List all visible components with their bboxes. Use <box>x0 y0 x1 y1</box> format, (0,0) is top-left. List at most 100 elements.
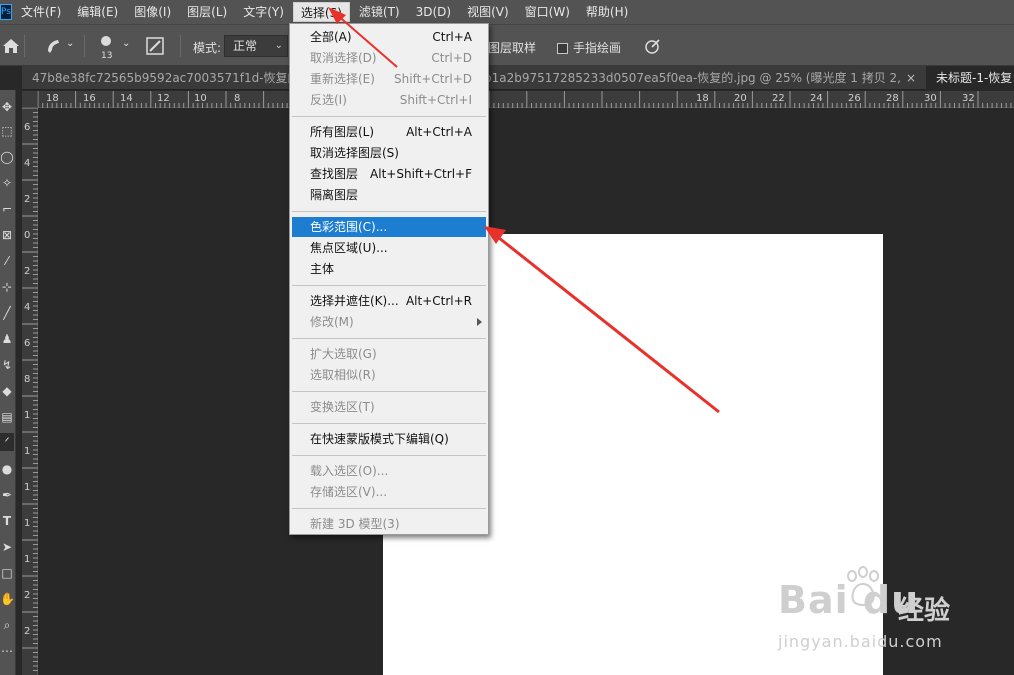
ruler-origin[interactable] <box>22 91 38 108</box>
menu-separator <box>292 391 486 392</box>
menu-separator <box>292 211 486 212</box>
menu-edit[interactable]: 编辑(E) <box>70 2 125 22</box>
menu-separator <box>292 285 486 286</box>
menu-item[interactable]: 反选(I) Shift+Ctrl+I <box>292 90 486 110</box>
zoom-tool-icon[interactable]: ⌕ <box>0 616 14 634</box>
marquee-tool-icon[interactable]: ⬚ <box>0 122 14 140</box>
mode-value: 正常 <box>233 39 258 53</box>
smudge-tool-icon[interactable] <box>44 37 62 55</box>
ruler-label: 26 <box>848 93 861 104</box>
magic-wand-tool-icon[interactable]: ✧ <box>0 174 14 192</box>
divider <box>84 35 85 57</box>
menu-type[interactable]: 文字(Y) <box>236 2 291 22</box>
menu-item[interactable]: 取消选择(D) Ctrl+D <box>292 48 486 68</box>
menu-item[interactable]: 扩大选取(G) <box>292 344 486 364</box>
ruler-label: 22 <box>772 93 785 104</box>
menu-item[interactable]: 载入选区(O)... <box>292 461 486 481</box>
menu-layer[interactable]: 图层(L) <box>180 2 234 22</box>
menu-3d[interactable]: 3D(D) <box>409 2 458 22</box>
menu-item-shortcut: Ctrl+A <box>432 30 472 44</box>
brush-preset-icon[interactable] <box>98 33 114 49</box>
menu-item[interactable]: 修改(M) <box>292 312 486 332</box>
pen-tool-icon[interactable]: ✒ <box>0 486 14 504</box>
ruler-label: 32 <box>962 93 975 104</box>
ruler-label: 2 <box>24 590 31 601</box>
menu-view[interactable]: 视图(V) <box>460 2 516 22</box>
menu-item[interactable]: 重新选择(E) Shift+Ctrl+D <box>292 69 486 89</box>
ruler-label: 20 <box>734 93 747 104</box>
close-tab-icon[interactable]: × <box>906 66 916 90</box>
ruler-label: 6 <box>24 122 31 133</box>
healing-tool-icon[interactable]: ⊹ <box>0 278 14 296</box>
menu-item[interactable]: 存储选区(V)... <box>292 482 486 502</box>
document-tab-active[interactable]: 未标题-1-恢复 <box>926 66 1014 90</box>
ruler-label: 2 <box>24 626 31 637</box>
stamp-tool-icon[interactable]: ♟ <box>0 330 14 348</box>
menu-item[interactable]: 隔离图层 <box>292 185 486 205</box>
rectangle-tool-icon[interactable]: □ <box>0 564 14 582</box>
menu-item[interactable]: 查找图层 Alt+Shift+Ctrl+F <box>292 164 486 184</box>
ruler-label: 4 <box>24 302 31 313</box>
menu-item[interactable]: 焦点区域(U)... <box>292 238 486 258</box>
menu-item[interactable]: 在快速蒙版模式下编辑(Q) <box>292 429 486 449</box>
move-tool-icon[interactable]: ✥ <box>0 98 14 116</box>
ruler-ticks <box>38 91 1012 108</box>
menu-separator <box>292 338 486 339</box>
menu-item[interactable]: 变换选区(T) <box>292 397 486 417</box>
crop-tool-icon[interactable]: ⌐ <box>0 200 14 218</box>
home-icon[interactable] <box>2 38 20 54</box>
menu-item-shortcut: Alt+Ctrl+A <box>406 125 472 139</box>
lasso-tool-icon[interactable]: ◯ <box>0 148 14 166</box>
menu-item[interactable]: 新建 3D 模型(3) <box>292 514 486 534</box>
menu-select[interactable]: 选择(S) <box>292 2 350 22</box>
divider <box>180 35 181 57</box>
chevron-down-icon[interactable]: ⌄ <box>122 38 130 49</box>
history-brush-tool-icon[interactable]: ↯ <box>0 356 14 374</box>
menu-item-label: 取消选择(D) <box>310 51 377 65</box>
menu-item[interactable]: 取消选择图层(S) <box>292 143 486 163</box>
horizontal-ruler: 18 16 14 12 10 8 18 20 22 24 26 28 30 32 <box>38 91 1014 108</box>
path-selection-tool-icon[interactable]: ➤ <box>0 538 14 556</box>
menu-image[interactable]: 图像(I) <box>127 2 178 22</box>
eyedropper-tool-icon[interactable]: ⁄ <box>0 252 14 270</box>
more-tools-icon[interactable]: ⋯ <box>0 642 14 660</box>
menu-item[interactable]: 色彩范围(C)... <box>292 217 486 237</box>
menu-item[interactable]: 选择并遮住(K)... Alt+Ctrl+R <box>292 291 486 311</box>
mode-label: 模式: <box>193 41 222 55</box>
gradient-tool-icon[interactable]: ▤ <box>0 408 14 426</box>
menu-item[interactable]: 全部(A) Ctrl+A <box>292 27 486 47</box>
baidu-jingyan-watermark: Bai du 经验 jingyan.baidu.com <box>778 566 1014 671</box>
dodge-tool-icon[interactable]: ● <box>0 460 14 478</box>
smudge-tool-icon[interactable]: ᐟ <box>0 433 14 451</box>
eraser-tool-icon[interactable]: ◆ <box>0 382 14 400</box>
mode-select[interactable]: 正常 ⌄ <box>224 35 288 57</box>
menu-item[interactable]: 主体 <box>292 259 486 279</box>
brush-tool-icon[interactable]: ╱ <box>0 304 14 322</box>
chevron-down-icon: ⌄ <box>274 40 283 51</box>
menu-file[interactable]: 文件(F) <box>14 2 68 22</box>
document-tabs: 47b8e38fc72565b9592ac7003571f1d-恢复的.jp b… <box>22 66 1014 90</box>
frame-tool-icon[interactable]: ⊠ <box>0 226 14 244</box>
menu-window[interactable]: 窗口(W) <box>518 2 577 22</box>
finger-painting-checkbox[interactable] <box>557 43 568 54</box>
menu-item-label: 选取相似(R) <box>310 368 376 382</box>
brush-settings-icon[interactable] <box>146 37 166 55</box>
menu-help[interactable]: 帮助(H) <box>579 2 635 22</box>
hand-tool-icon[interactable]: ✋ <box>0 590 15 608</box>
ruler-label: 2 <box>24 194 31 205</box>
document-tab[interactable]: b1a2b97517285233d0507ea5f0ea-恢复的.jpg @ 2… <box>484 66 904 90</box>
menu-item[interactable]: 选取相似(R) <box>292 365 486 385</box>
type-tool-icon[interactable]: T <box>0 512 14 530</box>
menu-filter[interactable]: 滤镜(T) <box>352 2 407 22</box>
brush-size-value: 13 <box>101 51 113 61</box>
chevron-down-icon[interactable]: ⌄ <box>66 38 74 49</box>
document-tab[interactable]: 47b8e38fc72565b9592ac7003571f1d-恢复的.jp <box>32 66 292 90</box>
menu-item[interactable]: 所有图层(L) Alt+Ctrl+A <box>292 122 486 142</box>
ruler-label: 4 <box>24 158 31 169</box>
menu-separator <box>292 423 486 424</box>
ruler-label: 18 <box>696 93 709 104</box>
ruler-label: 1 <box>24 482 31 493</box>
finger-painting-label: 手指绘画 <box>573 41 622 55</box>
pressure-icon[interactable] <box>644 37 662 55</box>
menu-item-label: 隔离图层 <box>310 188 359 202</box>
